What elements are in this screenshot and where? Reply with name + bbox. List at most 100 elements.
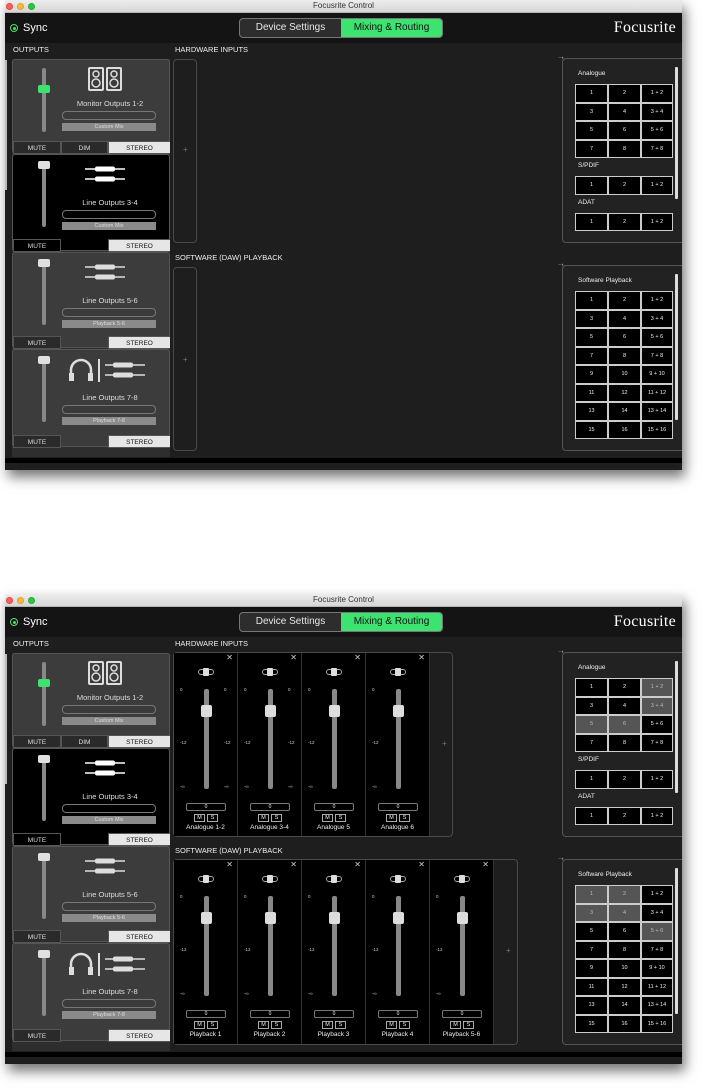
mute-button[interactable]: M — [386, 814, 397, 822]
gain-fader-track[interactable] — [331, 896, 337, 996]
collapse-arrow-icon[interactable]: ➝ — [558, 261, 564, 269]
outputs-scrollbar[interactable] — [5, 654, 7, 784]
volume-fader-knob[interactable] — [38, 161, 50, 169]
source-cell[interactable]: 7 + 8 — [641, 733, 673, 752]
collapse-arrow-icon[interactable]: ➝ — [558, 855, 564, 863]
remove-channel-button[interactable]: ✕ — [226, 860, 233, 869]
mute-button[interactable]: M — [258, 814, 269, 822]
volume-fader-track[interactable] — [42, 855, 46, 919]
dim-button[interactable]: DIM — [61, 735, 108, 748]
remove-channel-button[interactable]: ✕ — [226, 653, 233, 662]
stereo-button[interactable]: STEREO — [108, 239, 170, 252]
output-card[interactable]: Line Outputs 3-4 Custom Mix MUTE STEREO — [12, 748, 170, 846]
source-cell[interactable]: 2 — [608, 212, 641, 231]
mute-button[interactable]: MUTE — [13, 833, 61, 846]
source-cell[interactable]: 9 + 10 — [641, 959, 673, 978]
volume-fader-track[interactable] — [42, 358, 46, 422]
source-cell[interactable]: 1 — [575, 212, 608, 231]
add-input-button[interactable]: + — [183, 145, 188, 154]
source-cell[interactable]: 1 — [575, 84, 608, 103]
source-cell[interactable]: 3 + 4 — [641, 309, 673, 328]
tab-device-settings[interactable]: Device Settings — [240, 613, 341, 631]
stereo-button[interactable]: STEREO — [108, 930, 170, 943]
source-cell[interactable]: 7 — [575, 346, 608, 365]
remove-channel-button[interactable]: ✕ — [418, 653, 425, 662]
source-cell[interactable]: 13 + 14 — [641, 996, 673, 1015]
output-source-select[interactable]: Playback 5-6 — [62, 914, 156, 922]
stereo-button[interactable]: STEREO — [108, 833, 170, 846]
source-cell[interactable]: 1 + 2 — [641, 212, 673, 231]
mute-button[interactable]: M — [194, 1021, 205, 1029]
source-cell[interactable]: 3 + 4 — [641, 903, 673, 922]
gain-fader-knob[interactable] — [264, 705, 276, 717]
source-cell[interactable]: 3 — [575, 696, 608, 715]
source-cell[interactable]: 9 — [575, 959, 608, 978]
channel-gain-display[interactable]: 0 — [314, 803, 354, 811]
output-source-select[interactable]: Custom Mix — [62, 123, 156, 131]
gain-fader-track[interactable] — [203, 689, 209, 789]
source-cell[interactable]: 2 — [608, 678, 641, 697]
pan-knob[interactable] — [390, 668, 406, 676]
pan-knob[interactable] — [262, 875, 278, 883]
solo-button[interactable]: S — [207, 1021, 218, 1029]
output-source-select[interactable]: Playback 7-8 — [62, 1011, 156, 1019]
source-cell[interactable]: 16 — [608, 420, 641, 439]
gain-fader-knob[interactable] — [392, 705, 404, 717]
output-source-select[interactable]: Playback 5-6 — [62, 320, 156, 328]
collapse-arrow-icon[interactable]: ➝ — [558, 648, 564, 656]
add-playback-button[interactable]: + — [506, 946, 511, 955]
source-cell[interactable]: 15 — [575, 420, 608, 439]
gain-fader-knob[interactable] — [392, 912, 404, 924]
source-cell[interactable]: 12 — [608, 383, 641, 402]
source-cell[interactable]: 13 — [575, 996, 608, 1015]
volume-fader-knob[interactable] — [38, 679, 50, 687]
volume-fader-track[interactable] — [42, 261, 46, 325]
source-cell[interactable]: 3 — [575, 903, 608, 922]
gain-fader-knob[interactable] — [328, 705, 340, 717]
source-cell[interactable]: 9 — [575, 365, 608, 384]
volume-fader-track[interactable] — [42, 757, 46, 821]
grid-scrollbar[interactable] — [675, 274, 678, 420]
volume-fader-track[interactable] — [42, 163, 46, 227]
pan-knob[interactable] — [198, 875, 214, 883]
gain-fader-track[interactable] — [459, 896, 465, 996]
solo-button[interactable]: S — [399, 1021, 410, 1029]
mute-button[interactable]: MUTE — [13, 336, 61, 349]
channel-gain-display[interactable]: 0 — [314, 1010, 354, 1018]
source-cell[interactable]: 2 — [608, 885, 641, 904]
source-cell[interactable]: 8 — [608, 139, 641, 158]
solo-button[interactable]: S — [463, 1021, 474, 1029]
add-playback-button[interactable]: + — [183, 355, 188, 364]
channel-gain-display[interactable]: 0 — [378, 1010, 418, 1018]
source-cell[interactable]: 5 — [575, 121, 608, 140]
source-cell[interactable]: 15 + 16 — [641, 1014, 673, 1033]
source-cell[interactable]: 1 + 2 — [641, 176, 673, 195]
source-cell[interactable]: 13 + 14 — [641, 402, 673, 421]
source-cell[interactable]: 2 — [608, 84, 641, 103]
source-cell[interactable]: 7 + 8 — [641, 940, 673, 959]
gain-fader-knob[interactable] — [456, 912, 468, 924]
pan-knob[interactable] — [326, 668, 342, 676]
source-cell[interactable]: 11 — [575, 977, 608, 996]
source-cell[interactable]: 4 — [608, 309, 641, 328]
mute-button[interactable]: MUTE — [13, 141, 61, 154]
solo-button[interactable]: S — [271, 814, 282, 822]
gain-fader-knob[interactable] — [328, 912, 340, 924]
source-cell[interactable]: 5 — [575, 328, 608, 347]
mute-button[interactable]: MUTE — [13, 930, 61, 943]
source-cell[interactable]: 5 + 6 — [641, 328, 673, 347]
source-cell[interactable]: 2 — [608, 806, 641, 825]
source-cell[interactable]: 1 — [575, 885, 608, 904]
volume-fader-knob[interactable] — [38, 950, 50, 958]
volume-fader-knob[interactable] — [38, 356, 50, 364]
stereo-button[interactable]: STEREO — [108, 435, 170, 448]
gain-fader-track[interactable] — [395, 896, 401, 996]
source-cell[interactable]: 5 + 6 — [641, 922, 673, 941]
source-cell[interactable]: 3 + 4 — [641, 102, 673, 121]
output-source-select[interactable]: Custom Mix — [62, 222, 156, 230]
source-cell[interactable]: 6 — [608, 121, 641, 140]
source-cell[interactable]: 1 + 2 — [641, 806, 673, 825]
channel-gain-display[interactable]: 0 — [250, 1010, 290, 1018]
output-source-select[interactable]: Custom Mix — [62, 816, 156, 824]
gain-fader-knob[interactable] — [200, 912, 212, 924]
